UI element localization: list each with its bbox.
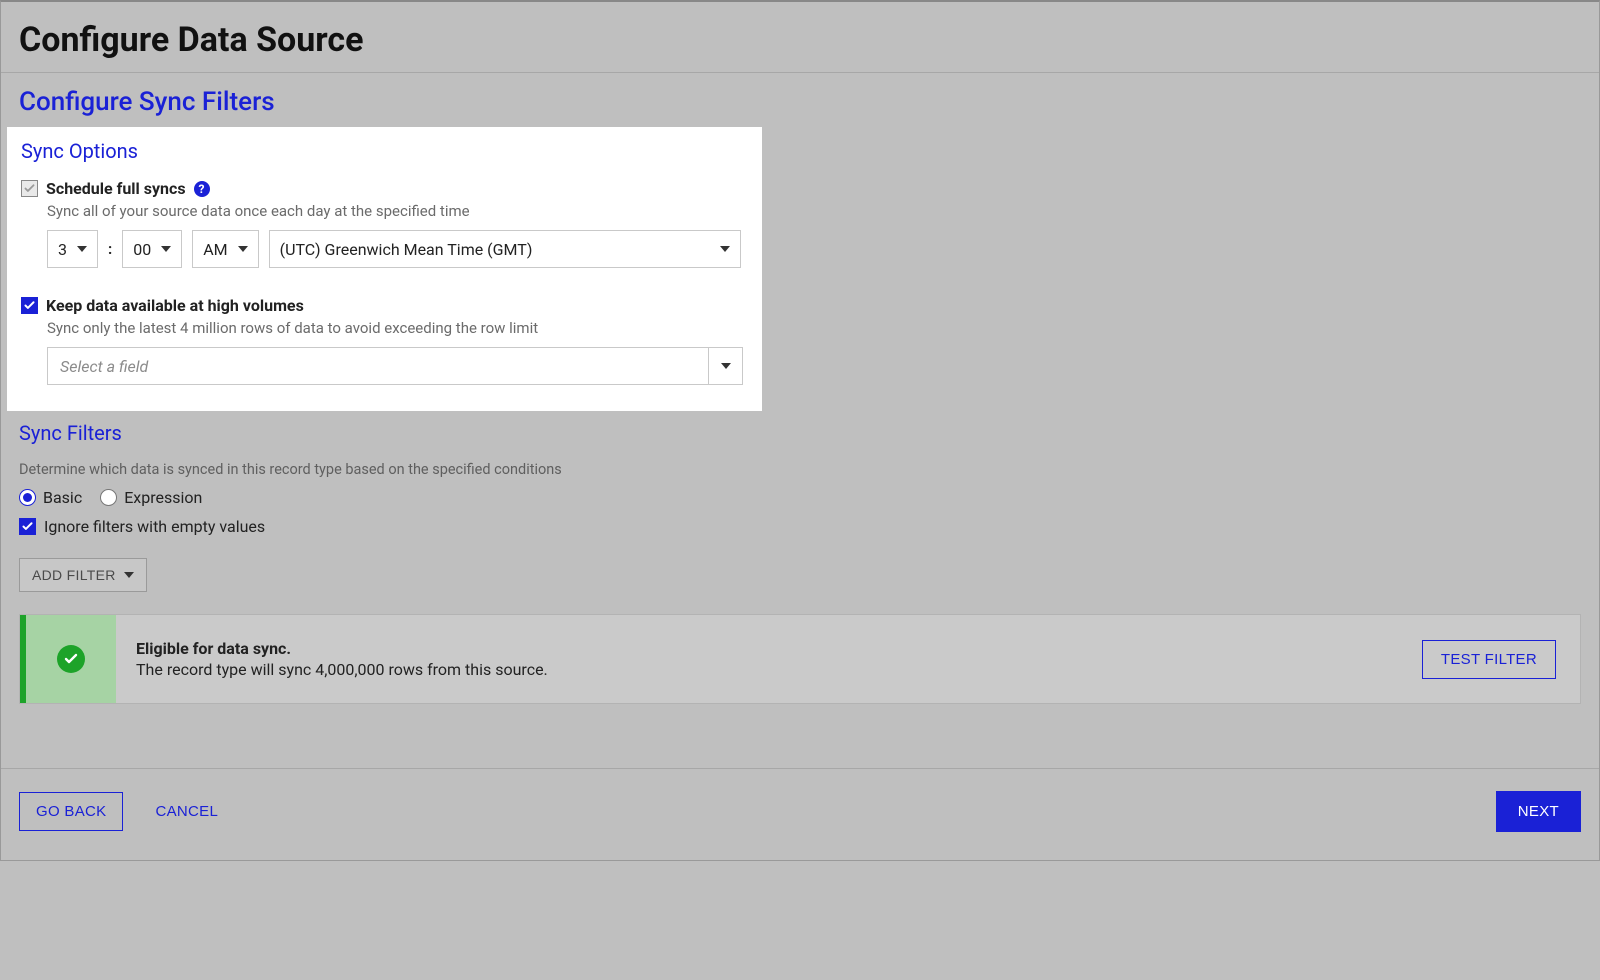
time-colon: : [108,240,112,258]
timezone-select[interactable]: (UTC) Greenwich Mean Time (GMT) [269,230,741,268]
add-filter-button[interactable]: ADD FILTER [19,558,147,592]
keep-data-high-volume-desc: Sync only the latest 4 million rows of d… [47,319,748,337]
select-field-dropdown[interactable]: Select a field [47,347,743,385]
section-title: Configure Sync Filters [19,87,1581,117]
sync-options-heading: Sync Options [21,139,748,167]
filter-mode-expression-radio[interactable] [100,489,117,506]
filter-mode-expression-label: Expression [124,488,202,507]
footer: GO BACK CANCEL NEXT [1,768,1599,860]
hour-select[interactable]: 3 [47,230,98,268]
minute-select[interactable]: 00 [122,230,182,268]
sync-filters-heading: Sync Filters [19,411,1581,449]
next-button[interactable]: NEXT [1496,791,1581,832]
keep-data-high-volume-label: Keep data available at high volumes [46,296,304,315]
caret-down-icon [721,363,731,369]
sync-filters-desc: Determine which data is synced in this r… [19,461,1581,478]
caret-down-icon [720,246,730,252]
filter-mode-basic-label: Basic [43,488,82,507]
go-back-button[interactable]: GO BACK [19,792,123,831]
cancel-button[interactable]: CANCEL [139,793,234,830]
status-body: The record type will sync 4,000,000 rows… [136,660,1402,679]
keep-data-high-volume-checkbox[interactable] [21,297,38,314]
status-title: Eligible for data sync. [136,639,1402,658]
check-circle-icon [57,645,85,673]
caret-down-icon [238,246,248,252]
caret-down-icon [124,572,134,578]
page-header: Configure Data Source [1,2,1599,73]
status-banner: Eligible for data sync. The record type … [19,614,1581,704]
schedule-full-syncs-checkbox[interactable] [21,180,38,197]
test-filter-button[interactable]: TEST FILTER [1422,640,1556,679]
caret-down-icon [161,246,171,252]
schedule-full-syncs-desc: Sync all of your source data once each d… [47,202,748,220]
caret-down-icon [77,246,87,252]
filter-mode-basic-radio[interactable] [19,489,36,506]
select-field-placeholder: Select a field [48,357,708,376]
sync-options-card: Sync Options Schedule full syncs ? Sync … [7,127,762,411]
ignore-empty-label: Ignore filters with empty values [44,517,265,536]
help-icon[interactable]: ? [194,181,210,197]
page-title: Configure Data Source [19,20,1581,60]
ampm-select[interactable]: AM [192,230,258,268]
ignore-empty-checkbox[interactable] [19,518,36,535]
status-icon-wrap [26,615,116,703]
schedule-full-syncs-label: Schedule full syncs [46,179,186,198]
